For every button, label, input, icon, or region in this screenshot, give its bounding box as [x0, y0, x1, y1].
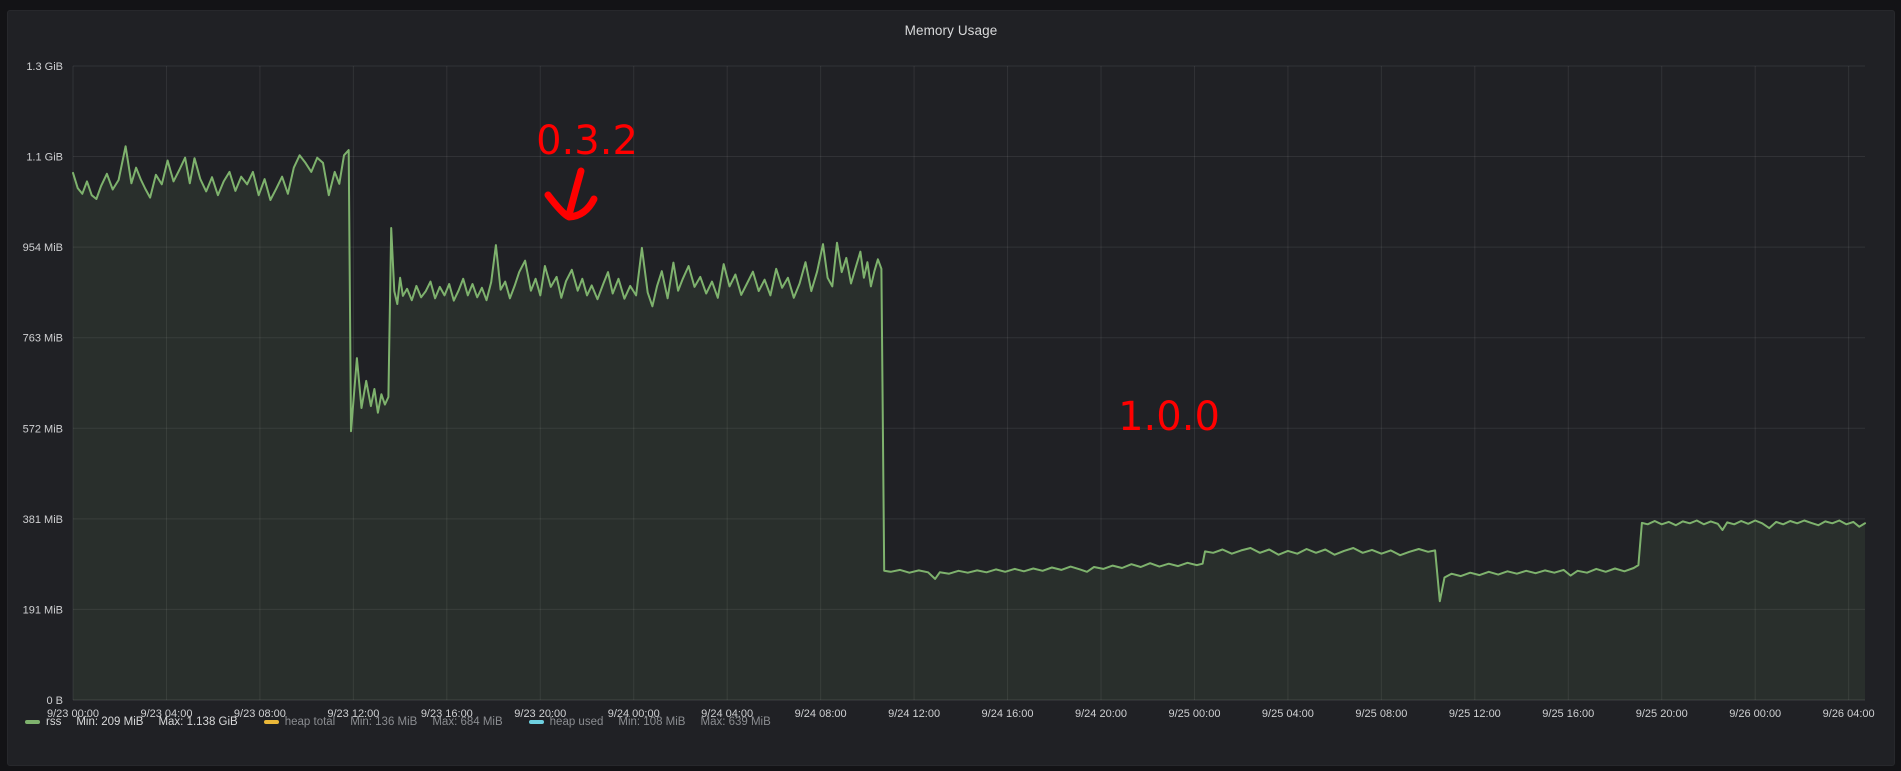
- x-axis-tick-label: 9/25 04:00: [1262, 708, 1314, 720]
- legend-series-min: Min: 209 MiB: [76, 716, 143, 728]
- heap-used-series-color-dash: [529, 720, 544, 724]
- x-axis-tick-label: 9/24 08:00: [795, 708, 847, 720]
- y-axis-tick-label: 954 MiB: [23, 242, 63, 254]
- legend-item-rss: rss Min: 209 MiB Max: 1.138 GiB: [25, 716, 238, 728]
- legend-series-name[interactable]: heap used: [550, 716, 604, 728]
- y-axis-tick-label: 763 MiB: [23, 333, 63, 345]
- x-axis-tick-label: 9/24 16:00: [982, 708, 1034, 720]
- annotation-text-1-0-0: 1.0.0: [1118, 394, 1220, 440]
- memory-usage-chart[interactable]: 0 B 191 MiB 381 MiB 572 MiB 763 MiB 954 MiB 1.…: [8, 11, 1901, 771]
- x-axis-tick-label: 9/25 16:00: [1542, 708, 1594, 720]
- x-axis-tick-label: 9/24 20:00: [1075, 708, 1127, 720]
- y-axis-tick-label: 0 B: [46, 695, 63, 707]
- legend-item-heap-total: heap total Min: 136 MiB Max: 684 MiB: [264, 716, 503, 728]
- panel-title[interactable]: Memory Usage: [8, 23, 1894, 38]
- legend-series-name[interactable]: heap total: [285, 716, 336, 728]
- chart-legend: rss Min: 209 MiB Max: 1.138 GiB heap tot…: [25, 716, 771, 728]
- annotation-text-0-3-2: 0.3.2: [536, 118, 638, 164]
- x-axis-tick-label: 9/25 08:00: [1355, 708, 1407, 720]
- y-axis-tick-label: 381 MiB: [23, 514, 63, 526]
- y-axis-tick-label: 572 MiB: [23, 423, 63, 435]
- legend-series-min: Min: 136 MiB: [350, 716, 417, 728]
- legend-series-max: Max: 1.138 GiB: [158, 716, 237, 728]
- legend-series-min: Min: 108 MiB: [618, 716, 685, 728]
- x-axis-tick-label: 9/25 12:00: [1449, 708, 1501, 720]
- legend-series-name[interactable]: rss: [46, 716, 61, 728]
- annotation-arrow-shaft: [569, 171, 581, 215]
- x-axis-tick-label: 9/24 12:00: [888, 708, 940, 720]
- heap-total-series-color-dash: [264, 720, 279, 724]
- rss-series-fill: [73, 146, 1865, 700]
- y-axis-tick-label: 1.1 GiB: [26, 152, 63, 164]
- y-axis-tick-label: 1.3 GiB: [26, 61, 63, 73]
- memory-usage-panel: 0 B 191 MiB 381 MiB 572 MiB 763 MiB 954 MiB 1.…: [7, 10, 1895, 766]
- y-axis-tick-label: 191 MiB: [23, 604, 63, 616]
- legend-item-heap-used: heap used Min: 108 MiB Max: 639 MiB: [529, 716, 771, 728]
- grafana-page: 0 B 191 MiB 381 MiB 572 MiB 763 MiB 954 MiB 1.…: [0, 0, 1901, 771]
- x-axis-tick-label: 9/26 04:00: [1823, 708, 1875, 720]
- x-axis-tick-label: 9/26 00:00: [1729, 708, 1781, 720]
- legend-series-max: Max: 684 MiB: [432, 716, 502, 728]
- x-axis-tick-label: 9/25 20:00: [1636, 708, 1688, 720]
- rss-series-color-dash: [25, 720, 40, 724]
- legend-series-max: Max: 639 MiB: [700, 716, 770, 728]
- x-axis-tick-label: 9/25 00:00: [1168, 708, 1220, 720]
